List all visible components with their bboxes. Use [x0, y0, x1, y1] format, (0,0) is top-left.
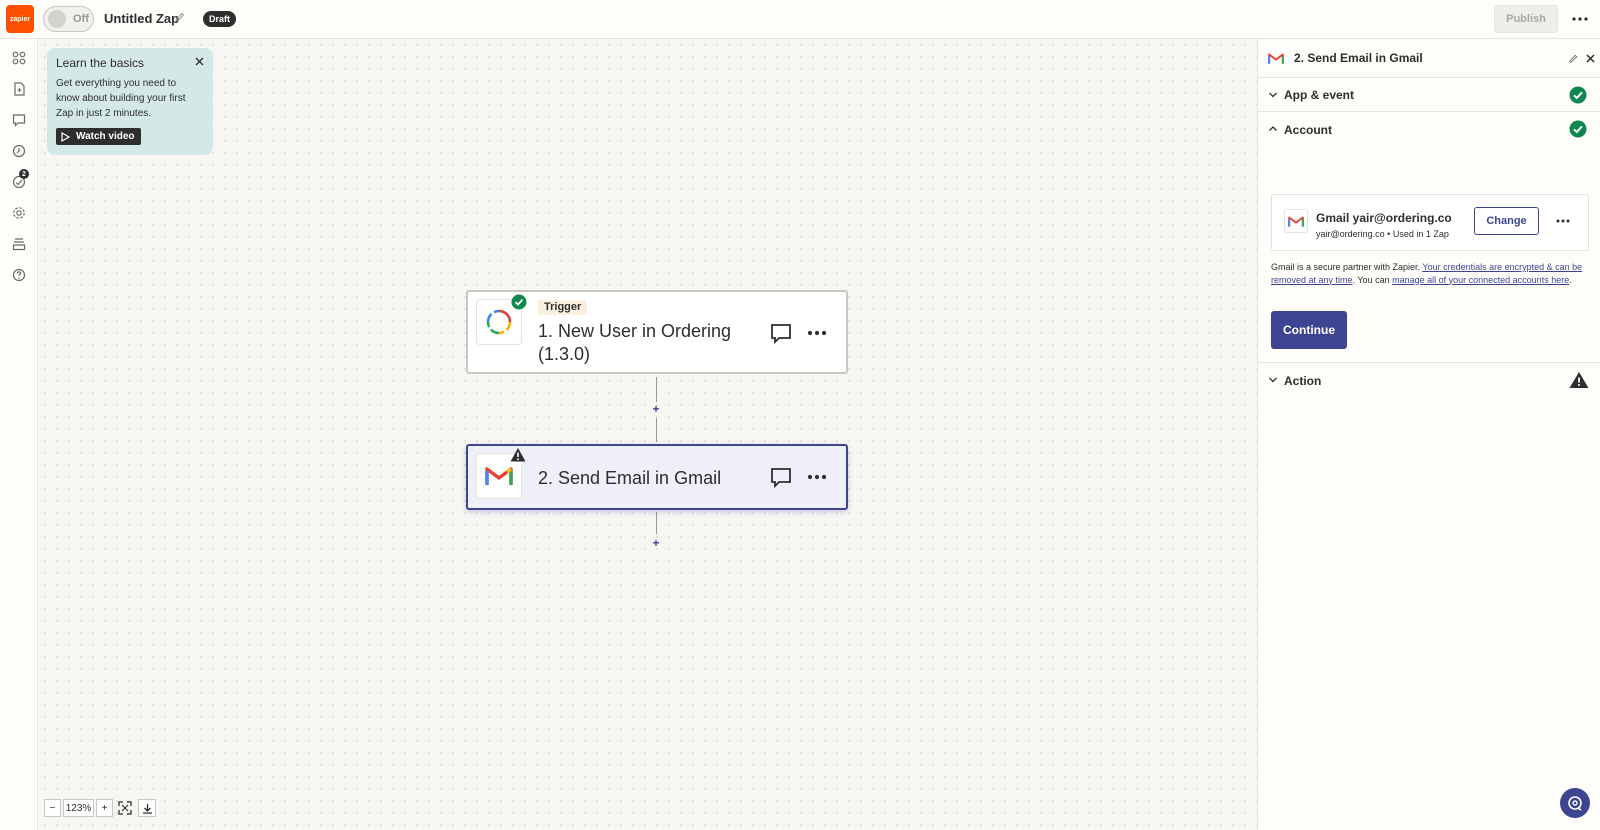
support-chat-button[interactable]: [1560, 788, 1590, 818]
history-icon[interactable]: [10, 142, 28, 160]
settings-icon[interactable]: [10, 204, 28, 222]
more-options-icon[interactable]: [1570, 11, 1590, 27]
step-title: 2. Send Email in Gmail: [538, 468, 722, 488]
toggle-knob: [48, 10, 66, 28]
publish-button[interactable]: Publish: [1494, 5, 1558, 33]
step-title: 1. New User in Ordering (1.3.0): [538, 321, 732, 364]
top-bar: zapier Off Untitled Zap Draft Publish: [0, 0, 1600, 39]
runs-count-badge: 2: [19, 169, 29, 179]
file-icon[interactable]: [10, 80, 28, 98]
step-connector: [656, 512, 657, 534]
change-account-button[interactable]: Change: [1474, 207, 1539, 235]
zap-canvas[interactable]: [39, 39, 1257, 830]
chat-support-icon: [1568, 796, 1582, 811]
play-icon: [61, 131, 70, 142]
chevron-down-icon: [1269, 377, 1277, 383]
versions-icon[interactable]: [10, 235, 28, 253]
section-app-event[interactable]: App & event: [1258, 78, 1600, 112]
step-card-action[interactable]: 2. Send Email in Gmail: [466, 444, 848, 510]
gmail-icon: [1284, 209, 1308, 233]
section-label: Action: [1284, 374, 1322, 388]
step-connector: [656, 377, 657, 402]
success-check-icon: [1569, 86, 1587, 104]
zap-title[interactable]: Untitled Zap: [104, 11, 179, 26]
learn-basics-card: Learn the basics Get everything you need…: [47, 48, 213, 155]
add-step-button[interactable]: +: [650, 402, 662, 416]
section-label: Account: [1284, 123, 1332, 137]
close-panel-icon[interactable]: [1586, 54, 1595, 63]
left-rail: 2: [0, 39, 38, 830]
apps-icon[interactable]: [10, 49, 28, 67]
comment-icon[interactable]: [10, 111, 28, 129]
account-details: yair@ordering.co • Used in 1 Zap: [1316, 229, 1449, 239]
zoom-out-button[interactable]: −: [44, 799, 61, 817]
close-icon[interactable]: [195, 57, 204, 66]
add-step-button[interactable]: +: [650, 536, 662, 550]
step-detail-panel: 2. Send Email in Gmail App & event Accou…: [1257, 39, 1600, 830]
connected-account-card: Gmail yair@ordering.co yair@ordering.co …: [1271, 194, 1589, 251]
chevron-down-icon: [1269, 92, 1277, 98]
chevron-up-icon[interactable]: [1268, 124, 1278, 134]
learn-card-body: Get everything you need to know about bu…: [56, 78, 186, 119]
account-name: Gmail yair@ordering.co: [1316, 211, 1452, 225]
zap-on-off-toggle[interactable]: Off: [43, 6, 94, 32]
step-more-icon[interactable]: [806, 472, 828, 482]
panel-title: 2. Send Email in Gmail: [1294, 51, 1423, 65]
trigger-tag: Trigger: [538, 300, 588, 315]
step-more-icon[interactable]: [806, 328, 828, 338]
success-check-icon: [1569, 120, 1587, 138]
learn-card-title: Learn the basics: [56, 56, 145, 70]
help-icon[interactable]: [10, 266, 28, 284]
warning-icon: [510, 448, 526, 462]
comment-icon[interactable]: [770, 466, 792, 488]
edit-icon[interactable]: [1569, 54, 1578, 63]
gmail-icon: [1268, 53, 1284, 64]
step-complete-check-icon: [511, 294, 527, 310]
zoom-level[interactable]: 123%: [63, 799, 94, 817]
section-label: App & event: [1284, 88, 1355, 102]
step-connector: [656, 418, 657, 442]
toggle-label: Off: [73, 13, 89, 25]
edit-title-icon[interactable]: [175, 12, 185, 22]
warning-icon: [1569, 372, 1589, 388]
continue-button[interactable]: Continue: [1271, 311, 1347, 349]
account-more-icon[interactable]: [1555, 216, 1571, 226]
security-note: Gmail is a secure partner with Zapier. Y…: [1271, 262, 1583, 285]
section-action[interactable]: Action: [1258, 363, 1600, 397]
watch-video-button[interactable]: Watch video: [56, 128, 141, 145]
status-badge: Draft: [203, 11, 237, 27]
fit-view-icon[interactable]: [116, 799, 134, 817]
comment-icon[interactable]: [770, 322, 792, 344]
download-icon[interactable]: [138, 799, 156, 817]
zapier-logo[interactable]: zapier: [6, 5, 34, 33]
panel-header: 2. Send Email in Gmail: [1258, 39, 1600, 78]
zoom-in-button[interactable]: +: [96, 799, 113, 817]
manage-accounts-link[interactable]: manage all of your connected accounts he…: [1392, 275, 1569, 285]
step-card-trigger[interactable]: Trigger 1. New User in Ordering (1.3.0): [466, 290, 848, 374]
